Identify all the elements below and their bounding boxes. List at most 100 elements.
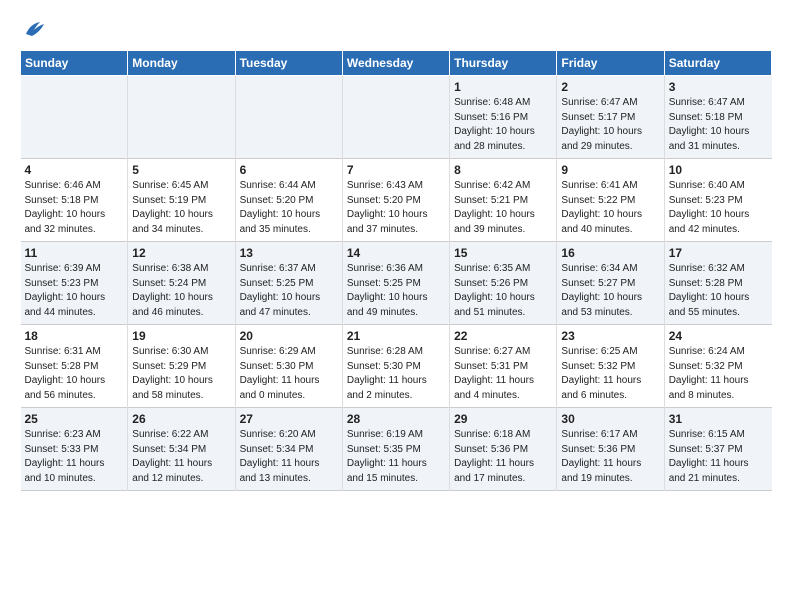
day-info: Sunrise: 6:17 AM Sunset: 5:36 PM Dayligh… bbox=[561, 428, 659, 486]
calendar-cell: 7Sunrise: 6:43 AM Sunset: 5:20 PM Daylig… bbox=[342, 159, 449, 242]
day-info: Sunrise: 6:19 AM Sunset: 5:35 PM Dayligh… bbox=[347, 428, 445, 486]
day-info: Sunrise: 6:18 AM Sunset: 5:36 PM Dayligh… bbox=[454, 428, 552, 486]
calendar-cell: 31 Sunrise: 6:15 AM Sunset: 5:37 PM Dayli… bbox=[664, 408, 771, 491]
day-info: Sunrise: 6:24 AM Sunset: 5:32 PM Dayligh… bbox=[669, 345, 768, 403]
day-number: 5 bbox=[132, 163, 230, 177]
calendar-cell: 25Sunrise: 6:23 AM Sunset: 5:33 PM Dayli… bbox=[21, 408, 128, 491]
day-number: 10 bbox=[669, 163, 768, 177]
calendar-cell: 23 Sunrise: 6:25 AM Sunset: 5:32 PM Dayli… bbox=[557, 325, 664, 408]
calendar-cell: 26 Sunrise: 6:22 AM Sunset: 5:34 PM Dayli… bbox=[128, 408, 235, 491]
calendar-cell: 11 Sunrise: 6:39 AM Sunset: 5:23 PM Dayli… bbox=[21, 242, 128, 325]
column-header-thursday: Thursday bbox=[450, 51, 557, 76]
column-header-saturday: Saturday bbox=[664, 51, 771, 76]
day-number: 8 bbox=[454, 163, 552, 177]
day-info: Sunrise: 6:37 AM Sunset: 5:25 PM Dayligh… bbox=[240, 262, 338, 320]
logo-bird-icon bbox=[20, 16, 48, 44]
calendar-cell: 1 Sunrise: 6:48 AM Sunset: 5:16 PM Daylig… bbox=[450, 76, 557, 159]
column-header-friday: Friday bbox=[557, 51, 664, 76]
day-info: Sunrise: 6:48 AM Sunset: 5:16 PM Dayligh… bbox=[454, 96, 552, 154]
calendar-cell: 16 Sunrise: 6:34 AM Sunset: 5:27 PM Dayli… bbox=[557, 242, 664, 325]
day-number: 24 bbox=[669, 329, 768, 343]
day-number: 17 bbox=[669, 246, 768, 260]
day-number: 31 bbox=[669, 412, 768, 426]
day-info: Sunrise: 6:44 AM Sunset: 5:20 PM Dayligh… bbox=[240, 179, 338, 237]
day-number: 19 bbox=[132, 329, 230, 343]
calendar-cell: 22 Sunrise: 6:27 AM Sunset: 5:31 PM Dayli… bbox=[450, 325, 557, 408]
calendar-cell: 12Sunrise: 6:38 AM Sunset: 5:24 PM Dayli… bbox=[128, 242, 235, 325]
calendar-week-row: 11 Sunrise: 6:39 AM Sunset: 5:23 PM Dayli… bbox=[21, 242, 772, 325]
day-number: 29 bbox=[454, 412, 552, 426]
day-number: 26 bbox=[132, 412, 230, 426]
calendar-cell bbox=[128, 76, 235, 159]
calendar-cell: 10Sunrise: 6:40 AM Sunset: 5:23 PM Dayli… bbox=[664, 159, 771, 242]
calendar-cell: 24 Sunrise: 6:24 AM Sunset: 5:32 PM Dayli… bbox=[664, 325, 771, 408]
day-number: 9 bbox=[561, 163, 659, 177]
calendar-table: SundayMondayTuesdayWednesdayThursdayFrid… bbox=[20, 50, 772, 491]
calendar-cell: 8 Sunrise: 6:42 AM Sunset: 5:21 PM Daylig… bbox=[450, 159, 557, 242]
day-info: Sunrise: 6:22 AM Sunset: 5:34 PM Dayligh… bbox=[132, 428, 230, 486]
calendar-cell: 30 Sunrise: 6:17 AM Sunset: 5:36 PM Dayli… bbox=[557, 408, 664, 491]
day-number: 3 bbox=[669, 80, 768, 94]
day-number: 27 bbox=[240, 412, 338, 426]
day-number: 12 bbox=[132, 246, 230, 260]
day-number: 22 bbox=[454, 329, 552, 343]
calendar-cell: 2 Sunrise: 6:47 AM Sunset: 5:17 PM Daylig… bbox=[557, 76, 664, 159]
calendar-cell: 18Sunrise: 6:31 AM Sunset: 5:28 PM Dayli… bbox=[21, 325, 128, 408]
day-info: Sunrise: 6:36 AM Sunset: 5:25 PM Dayligh… bbox=[347, 262, 445, 320]
day-number: 15 bbox=[454, 246, 552, 260]
day-info: Sunrise: 6:15 AM Sunset: 5:37 PM Dayligh… bbox=[669, 428, 768, 486]
day-number: 6 bbox=[240, 163, 338, 177]
day-number: 21 bbox=[347, 329, 445, 343]
calendar-cell: 28 Sunrise: 6:19 AM Sunset: 5:35 PM Dayli… bbox=[342, 408, 449, 491]
calendar-week-row: 25Sunrise: 6:23 AM Sunset: 5:33 PM Dayli… bbox=[21, 408, 772, 491]
day-info: Sunrise: 6:43 AM Sunset: 5:20 PM Dayligh… bbox=[347, 179, 445, 237]
day-info: Sunrise: 6:30 AM Sunset: 5:29 PM Dayligh… bbox=[132, 345, 230, 403]
calendar-cell: 21Sunrise: 6:28 AM Sunset: 5:30 PM Dayli… bbox=[342, 325, 449, 408]
day-info: Sunrise: 6:39 AM Sunset: 5:23 PM Dayligh… bbox=[25, 262, 124, 320]
day-info: Sunrise: 6:29 AM Sunset: 5:30 PM Dayligh… bbox=[240, 345, 338, 403]
day-number: 11 bbox=[25, 246, 124, 260]
calendar-week-row: 18Sunrise: 6:31 AM Sunset: 5:28 PM Dayli… bbox=[21, 325, 772, 408]
calendar-cell: 3 Sunrise: 6:47 AM Sunset: 5:18 PM Daylig… bbox=[664, 76, 771, 159]
calendar-cell: 6 Sunrise: 6:44 AM Sunset: 5:20 PM Daylig… bbox=[235, 159, 342, 242]
calendar-cell: 19 Sunrise: 6:30 AM Sunset: 5:29 PM Dayli… bbox=[128, 325, 235, 408]
calendar-week-row: 1 Sunrise: 6:48 AM Sunset: 5:16 PM Daylig… bbox=[21, 76, 772, 159]
day-info: Sunrise: 6:20 AM Sunset: 5:34 PM Dayligh… bbox=[240, 428, 338, 486]
day-info: Sunrise: 6:45 AM Sunset: 5:19 PM Dayligh… bbox=[132, 179, 230, 237]
calendar-cell: 29 Sunrise: 6:18 AM Sunset: 5:36 PM Dayli… bbox=[450, 408, 557, 491]
calendar-cell bbox=[235, 76, 342, 159]
column-header-tuesday: Tuesday bbox=[235, 51, 342, 76]
day-number: 20 bbox=[240, 329, 338, 343]
logo bbox=[20, 16, 52, 44]
day-info: Sunrise: 6:34 AM Sunset: 5:27 PM Dayligh… bbox=[561, 262, 659, 320]
column-header-sunday: Sunday bbox=[21, 51, 128, 76]
calendar-cell bbox=[21, 76, 128, 159]
day-info: Sunrise: 6:47 AM Sunset: 5:17 PM Dayligh… bbox=[561, 96, 659, 154]
day-number: 2 bbox=[561, 80, 659, 94]
calendar-cell: 15Sunrise: 6:35 AM Sunset: 5:26 PM Dayli… bbox=[450, 242, 557, 325]
day-number: 28 bbox=[347, 412, 445, 426]
day-info: Sunrise: 6:42 AM Sunset: 5:21 PM Dayligh… bbox=[454, 179, 552, 237]
calendar-cell: 17 Sunrise: 6:32 AM Sunset: 5:28 PM Dayli… bbox=[664, 242, 771, 325]
calendar-week-row: 4Sunrise: 6:46 AM Sunset: 5:18 PM Daylig… bbox=[21, 159, 772, 242]
calendar-cell: 13 Sunrise: 6:37 AM Sunset: 5:25 PM Dayli… bbox=[235, 242, 342, 325]
day-number: 23 bbox=[561, 329, 659, 343]
day-info: Sunrise: 6:32 AM Sunset: 5:28 PM Dayligh… bbox=[669, 262, 768, 320]
calendar-cell: 9Sunrise: 6:41 AM Sunset: 5:22 PM Daylig… bbox=[557, 159, 664, 242]
column-header-monday: Monday bbox=[128, 51, 235, 76]
day-info: Sunrise: 6:47 AM Sunset: 5:18 PM Dayligh… bbox=[669, 96, 768, 154]
calendar-cell: 5 Sunrise: 6:45 AM Sunset: 5:19 PM Daylig… bbox=[128, 159, 235, 242]
calendar-cell: 14Sunrise: 6:36 AM Sunset: 5:25 PM Dayli… bbox=[342, 242, 449, 325]
column-header-wednesday: Wednesday bbox=[342, 51, 449, 76]
day-number: 30 bbox=[561, 412, 659, 426]
page-header bbox=[20, 16, 772, 44]
day-number: 1 bbox=[454, 80, 552, 94]
day-number: 16 bbox=[561, 246, 659, 260]
day-info: Sunrise: 6:46 AM Sunset: 5:18 PM Dayligh… bbox=[25, 179, 124, 237]
calendar-cell: 20 Sunrise: 6:29 AM Sunset: 5:30 PM Dayli… bbox=[235, 325, 342, 408]
calendar-cell: 27 Sunrise: 6:20 AM Sunset: 5:34 PM Dayli… bbox=[235, 408, 342, 491]
calendar-cell: 4Sunrise: 6:46 AM Sunset: 5:18 PM Daylig… bbox=[21, 159, 128, 242]
day-info: Sunrise: 6:27 AM Sunset: 5:31 PM Dayligh… bbox=[454, 345, 552, 403]
day-info: Sunrise: 6:25 AM Sunset: 5:32 PM Dayligh… bbox=[561, 345, 659, 403]
day-number: 13 bbox=[240, 246, 338, 260]
